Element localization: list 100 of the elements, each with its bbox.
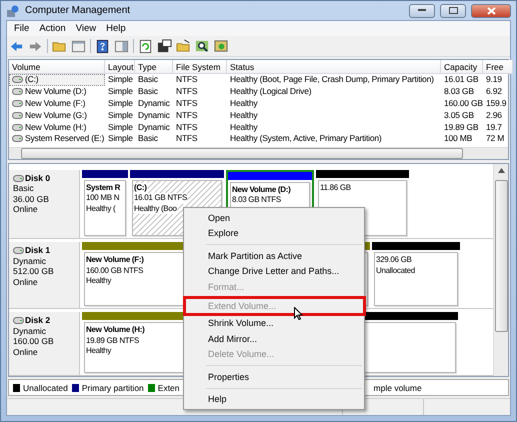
- table-cell: NTFS: [176, 98, 198, 109]
- window-title: Computer Management: [25, 5, 132, 16]
- partition-label: Unallocated: [376, 266, 415, 276]
- refresh-icon[interactable]: [138, 38, 153, 54]
- table-cell: Healthy: [230, 98, 258, 109]
- menu-item[interactable]: File: [9, 23, 34, 34]
- partition-label: 100 MB N: [86, 193, 120, 204]
- app-icon: [6, 4, 20, 18]
- menu-item[interactable]: View: [70, 23, 102, 34]
- table-cell: Simple: [108, 133, 133, 144]
- table-cell: 100 MB: [444, 133, 472, 144]
- table-row[interactable]: (C:) Simple Basic NTFS Healthy (Boot, Page File, Crash Dump, Primary Partition) 16.01 GB 9.19: [9, 74, 508, 86]
- table-cell: Healthy: [230, 110, 258, 121]
- table-row[interactable]: System Reserved (E:) Simple Basic NTFS Healthy (System, Active, Primary Partition) 100 MB 72 M: [9, 132, 508, 145]
- panel-icon[interactable]: [114, 38, 129, 54]
- maximize-button[interactable]: [440, 4, 466, 18]
- partition-label: New Volume (D:): [232, 184, 290, 196]
- column-header[interactable]: Status: [227, 60, 441, 74]
- table-cell: Basic: [138, 86, 158, 98]
- table-row[interactable]: New Volume (H:) Simple Dynamic NTFS Healthy 19.89 GB 19.7: [9, 121, 508, 133]
- table-cell: New Volume (F:): [25, 98, 86, 109]
- table-cell: Simple: [108, 122, 133, 133]
- column-header[interactable]: File System: [173, 60, 227, 74]
- table-cell: Dynamic: [138, 98, 170, 109]
- table-cell: 19.89 GB: [444, 122, 478, 133]
- menu-item[interactable]: Action: [34, 23, 71, 34]
- partition-label: Healthy: [86, 346, 112, 357]
- disk-status: Online: [13, 346, 39, 358]
- help-icon[interactable]: [95, 38, 110, 54]
- table-cell: NTFS: [176, 122, 198, 133]
- partition-label: 8.03 GB NTFS: [232, 195, 281, 206]
- table-cell: 19.7: [486, 122, 502, 133]
- menu-item[interactable]: Help: [186, 392, 362, 407]
- column-header[interactable]: Capacity: [441, 60, 483, 74]
- column-header[interactable]: Type: [135, 60, 173, 74]
- table-cell: Basic: [138, 74, 158, 86]
- table-cell: New Volume (G:): [25, 110, 87, 121]
- vertical-scrollbar[interactable]: [493, 164, 508, 376]
- table-cell: NTFS: [176, 133, 198, 144]
- table-row[interactable]: New Volume (G:) Simple Dynamic NTFS Healthy 3.05 GB 2.96: [9, 109, 508, 122]
- partition-label: System R: [86, 182, 120, 194]
- disk-status: Online: [13, 204, 39, 215]
- partition-label: New Volume (H:): [86, 325, 144, 336]
- column-header[interactable]: Free: [483, 60, 513, 74]
- partition-label: 19.89 GB NTFS: [86, 336, 140, 346]
- menu-item[interactable]: Properties: [186, 369, 362, 384]
- minimize-button[interactable]: [409, 4, 435, 18]
- disk-status: Online: [13, 276, 39, 288]
- settings-icon[interactable]: [214, 38, 229, 54]
- table-cell: 2.96: [486, 110, 502, 121]
- panel-icon[interactable]: [71, 38, 86, 54]
- close-icon: [486, 6, 496, 14]
- properties-icon[interactable]: [157, 38, 172, 54]
- column-header[interactable]: Volume: [9, 60, 105, 74]
- partition-bar: [82, 170, 128, 178]
- table-cell: 8.03 GB: [444, 86, 474, 98]
- table-cell: 160.00 GB: [444, 98, 483, 109]
- menu-item[interactable]: Add Mirror...: [186, 331, 362, 346]
- close-button[interactable]: [471, 4, 511, 18]
- drive-icon: [13, 174, 24, 182]
- menu-item[interactable]: Mark Partition as Active: [186, 248, 362, 264]
- table-cell: Healthy (Boot, Page File, Crash Dump, Primary Partition): [230, 74, 434, 86]
- column-header[interactable]: Layout: [105, 60, 135, 74]
- table-row[interactable]: New Volume (F:) Simple Dynamic NTFS Healthy 160.00 GB 159.9: [9, 98, 508, 110]
- disk-size: 512.00 GB: [13, 266, 55, 277]
- drive-icon: [12, 135, 23, 142]
- table-cell: NTFS: [176, 110, 198, 121]
- table-cell: 159.9: [486, 98, 506, 109]
- menu-item[interactable]: Shrink Volume...: [186, 316, 362, 331]
- table-cell: New Volume (H:): [25, 122, 86, 133]
- scroll-up-icon[interactable]: [498, 168, 504, 173]
- menu-item[interactable]: Change Drive Letter and Paths...: [186, 264, 362, 279]
- legend-label: Unallocated: [23, 382, 68, 392]
- partition-label: 11.86 GB: [320, 182, 351, 194]
- table-cell: 16.01 GB: [444, 74, 478, 86]
- table-cell: 9.19: [486, 74, 502, 86]
- table-cell: Healthy: [230, 122, 258, 133]
- disk-size: 160.00 GB: [13, 336, 55, 347]
- disk-type: Basic: [13, 183, 35, 194]
- legend-label: Primary partition: [82, 382, 144, 392]
- legend-label: mple volume: [374, 382, 422, 392]
- horizontal-scrollbar[interactable]: [9, 146, 508, 159]
- table-row[interactable]: New Volume (D:) Simple Basic NTFS Healthy (Logical Drive) 8.03 GB 6.92: [9, 86, 508, 98]
- table-cell: Simple: [108, 110, 133, 121]
- menu-item[interactable]: Help: [101, 23, 131, 34]
- partition-label: 329.06 GB: [376, 255, 412, 266]
- partition-label: 16.01 GB NTFS: [134, 193, 188, 204]
- drive-icon: [12, 124, 23, 131]
- drive-icon: [12, 112, 23, 119]
- maximize-icon: [448, 7, 458, 14]
- disk-type: Dynamic: [13, 256, 48, 266]
- partition-label: (C:): [134, 182, 147, 194]
- table-cell: 6.92: [486, 86, 502, 98]
- table-cell: (C:): [25, 74, 38, 86]
- disk-size: 36.00 GB: [13, 194, 50, 204]
- disk-name: Disk 1: [25, 245, 50, 256]
- drive-icon: [13, 316, 24, 324]
- table-cell: Healthy (Logical Drive): [230, 86, 312, 98]
- search-icon[interactable]: [195, 38, 210, 54]
- drive-icon: [12, 100, 23, 107]
